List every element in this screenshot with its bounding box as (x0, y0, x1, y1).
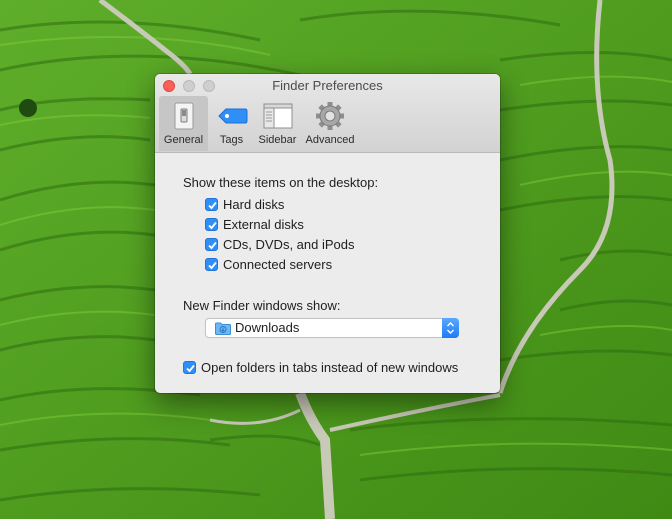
hard-disks-label: Hard disks (223, 196, 285, 212)
checkmark-icon[interactable] (205, 257, 218, 271)
cds-dvds-ipods-label: CDs, DVDs, and iPods (223, 236, 355, 252)
gear-icon (314, 101, 346, 131)
tag-icon (216, 101, 248, 131)
general-switch-icon (168, 101, 200, 131)
checkmark-icon[interactable] (183, 360, 196, 374)
general-pane: Show these items on the desktop: Hard di… (155, 153, 500, 393)
open-folders-in-tabs-label: Open folders in tabs instead of new wind… (201, 359, 459, 375)
connected-servers-label: Connected servers (223, 256, 333, 272)
tab-general-label: General (163, 134, 204, 146)
title-bar[interactable]: Finder Preferences General Tags Sidebar … (155, 74, 500, 153)
desktop-items-heading: Show these items on the desktop: (183, 175, 379, 190)
tab-tags[interactable]: Tags (208, 96, 255, 151)
tab-tags-label: Tags (219, 134, 244, 146)
finder-preferences-window: Finder Preferences General Tags Sidebar … (155, 74, 500, 393)
popup-arrows-icon[interactable] (442, 318, 459, 338)
sidebar-icon (262, 101, 294, 131)
external-disks-label: External disks (223, 216, 304, 232)
connected-servers-checkbox[interactable]: Connected servers (205, 256, 332, 272)
checkmark-icon[interactable] (205, 217, 218, 231)
new-window-popup[interactable]: Downloads (205, 318, 459, 338)
downloads-folder-icon (215, 322, 231, 335)
external-disks-checkbox[interactable]: External disks (205, 216, 304, 232)
window-title: Finder Preferences (272, 78, 383, 93)
tab-advanced[interactable]: Advanced (300, 96, 360, 151)
cds-dvds-ipods-checkbox[interactable]: CDs, DVDs, and iPods (205, 236, 355, 252)
tab-general[interactable]: General (159, 96, 208, 151)
tab-advanced-label: Advanced (305, 134, 355, 146)
tab-sidebar[interactable]: Sidebar (255, 96, 300, 151)
new-window-heading: New Finder windows show: (183, 298, 341, 313)
hard-disks-checkbox[interactable]: Hard disks (205, 196, 284, 212)
open-folders-in-tabs-checkbox[interactable]: Open folders in tabs instead of new wind… (183, 359, 458, 375)
popup-selected-value: Downloads (235, 320, 300, 335)
checkmark-icon[interactable] (205, 197, 218, 211)
tab-sidebar-label: Sidebar (258, 134, 297, 146)
checkmark-icon[interactable] (205, 237, 218, 251)
